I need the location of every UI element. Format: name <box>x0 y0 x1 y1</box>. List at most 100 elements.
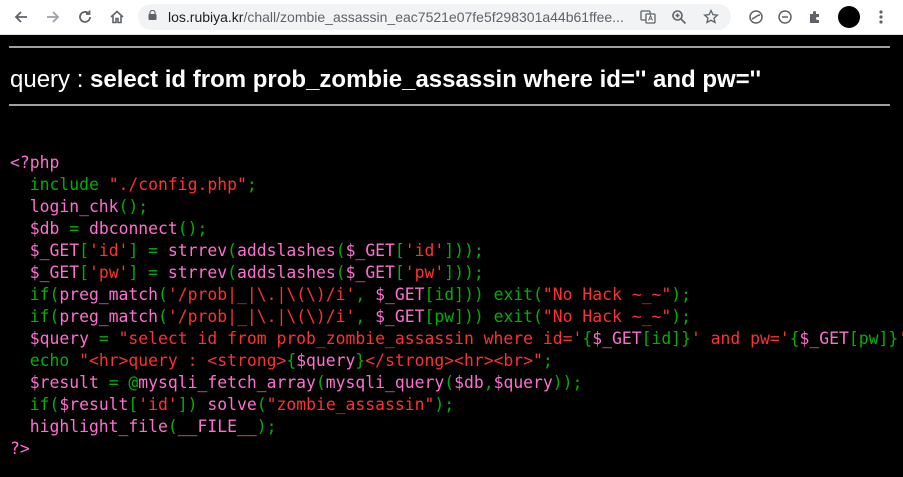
code-token: 'id' <box>138 395 178 414</box>
code-token: $query <box>10 329 99 348</box>
code-token: ( <box>227 263 238 282</box>
code-token: [ <box>79 241 89 260</box>
code-token: $query <box>493 373 553 392</box>
code-token: echo <box>10 351 80 370</box>
back-arrow-icon[interactable] <box>8 4 34 30</box>
code-token: 'id' <box>88 241 129 260</box>
code-line: $result = @mysqli_fetch_array(mysqli_que… <box>10 372 903 394</box>
code-token: } <box>681 329 691 348</box>
code-token: ( <box>335 263 346 282</box>
code-token: $_GET <box>375 285 425 304</box>
code-token: ); <box>256 417 277 436</box>
code-token: ( <box>335 241 346 260</box>
code-token: )); <box>552 373 583 392</box>
code-line: if(preg_match('/prob|_|\.|\(\)/i', $_GET… <box>10 306 903 328</box>
code-token: ( <box>227 241 238 260</box>
code-token: $query <box>296 351 356 370</box>
code-line: login_chk(); <box>10 196 903 218</box>
code-token: "select id from prob_zombie_assassin whe… <box>118 329 583 348</box>
code-token: strrev <box>167 263 228 282</box>
code-token: , <box>355 307 376 326</box>
code-token: if( <box>10 307 60 326</box>
source-code-block: <?php include "./config.php"; login_chk(… <box>10 152 903 460</box>
code-token: ); <box>671 307 691 326</box>
home-icon[interactable] <box>104 4 130 30</box>
code-token: (); <box>177 219 208 238</box>
code-token: $_GET <box>592 329 642 348</box>
code-token: addslashes <box>237 263 336 282</box>
code-token: __FILE__ <box>177 417 257 436</box>
code-token: "No Hack ~_~" <box>542 307 672 326</box>
code-line: $query = "select id from prob_zombie_ass… <box>10 328 903 350</box>
translate-icon[interactable] <box>638 7 658 27</box>
code-line: <?php <box>10 152 903 174</box>
code-token: strrev <box>167 241 228 260</box>
code-token: $db <box>454 373 484 392</box>
code-token: ; <box>246 175 257 194</box>
reload-icon[interactable] <box>72 4 98 30</box>
code-token: ( <box>158 307 168 326</box>
code-token: (); <box>118 197 149 216</box>
code-token: mysqli_fetch_array <box>138 373 316 392</box>
code-token: ); <box>434 395 455 414</box>
code-token: $_GET <box>375 307 425 326</box>
code-token: <?php <box>10 153 60 172</box>
code-token: [id] <box>641 329 682 348</box>
code-token: "No Hack ~_~" <box>542 285 672 304</box>
code-token: "<hr>query : <strong> <box>79 351 287 370</box>
extension-swirl-icon[interactable] <box>745 6 767 28</box>
forward-arrow-icon[interactable] <box>40 4 66 30</box>
code-token: = @ <box>108 373 139 392</box>
code-token: = <box>69 219 89 238</box>
url-path: /chall/zombie_assassin_eac7521e07fe5f298… <box>243 9 624 25</box>
code-token: 'pw' <box>404 263 445 282</box>
code-line: echo "<hr>query : <strong>{$query}</stro… <box>10 350 903 372</box>
code-token: $_GET <box>345 241 395 260</box>
top-divider <box>9 46 890 48</box>
code-token: { <box>286 351 297 370</box>
code-token: $db <box>10 219 70 238</box>
code-token: ( <box>444 373 455 392</box>
code-token: $_GET <box>10 263 80 282</box>
code-token: ])); <box>444 263 484 282</box>
url-text[interactable]: los.rubiya.kr/chall/zombie_assassin_eac7… <box>168 4 624 30</box>
code-token: [pw])) <box>424 307 494 326</box>
code-token: 'pw' <box>88 263 129 282</box>
code-token: ( <box>158 285 168 304</box>
url-host: los.rubiya.kr <box>168 9 244 25</box>
code-token: ( <box>167 417 178 436</box>
code-token: ; <box>542 351 553 370</box>
code-line: $_GET['pw'] = strrev(addslashes($_GET['p… <box>10 262 903 284</box>
code-token: ); <box>671 285 691 304</box>
code-token: [id])) <box>424 285 494 304</box>
code-token: preg_match <box>59 285 159 304</box>
code-token: [pw] <box>848 329 889 348</box>
code-token: ( <box>315 373 326 392</box>
query-line: query : select id from prob_zombie_assas… <box>10 66 761 94</box>
code-token: exit( <box>493 307 543 326</box>
code-line: if(preg_match('/prob|_|\.|\(\)/i', $_GET… <box>10 284 903 306</box>
extension-minus-icon[interactable] <box>774 6 796 28</box>
menu-dots-icon[interactable] <box>870 6 892 28</box>
code-token: 'id' <box>404 241 445 260</box>
extensions-puzzle-icon[interactable] <box>804 6 826 28</box>
zoom-icon[interactable] <box>669 7 689 27</box>
code-line: if($result['id']) solve("zombie_assassin… <box>10 394 903 416</box>
code-token: ] = <box>128 263 168 282</box>
browser-toolbar: los.rubiya.kr/chall/zombie_assassin_eac7… <box>0 0 903 35</box>
code-line: highlight_file(__FILE__); <box>10 416 903 438</box>
code-token: '" <box>898 329 903 348</box>
code-token: preg_match <box>59 307 159 326</box>
code-line: include "./config.php"; <box>10 174 903 196</box>
code-token: addslashes <box>237 241 336 260</box>
lock-icon[interactable] <box>148 10 157 20</box>
code-token: $_GET <box>799 329 849 348</box>
address-bar[interactable]: los.rubiya.kr/chall/zombie_assassin_eac7… <box>138 4 731 30</box>
profile-avatar[interactable] <box>838 6 860 28</box>
code-token: ] = <box>128 241 168 260</box>
bookmark-star-icon[interactable] <box>701 7 721 27</box>
code-token: } <box>888 329 899 348</box>
code-token: '/prob|_|\.|\(\)/i' <box>167 307 356 326</box>
code-token: $result <box>59 395 129 414</box>
code-token: include <box>10 175 109 194</box>
